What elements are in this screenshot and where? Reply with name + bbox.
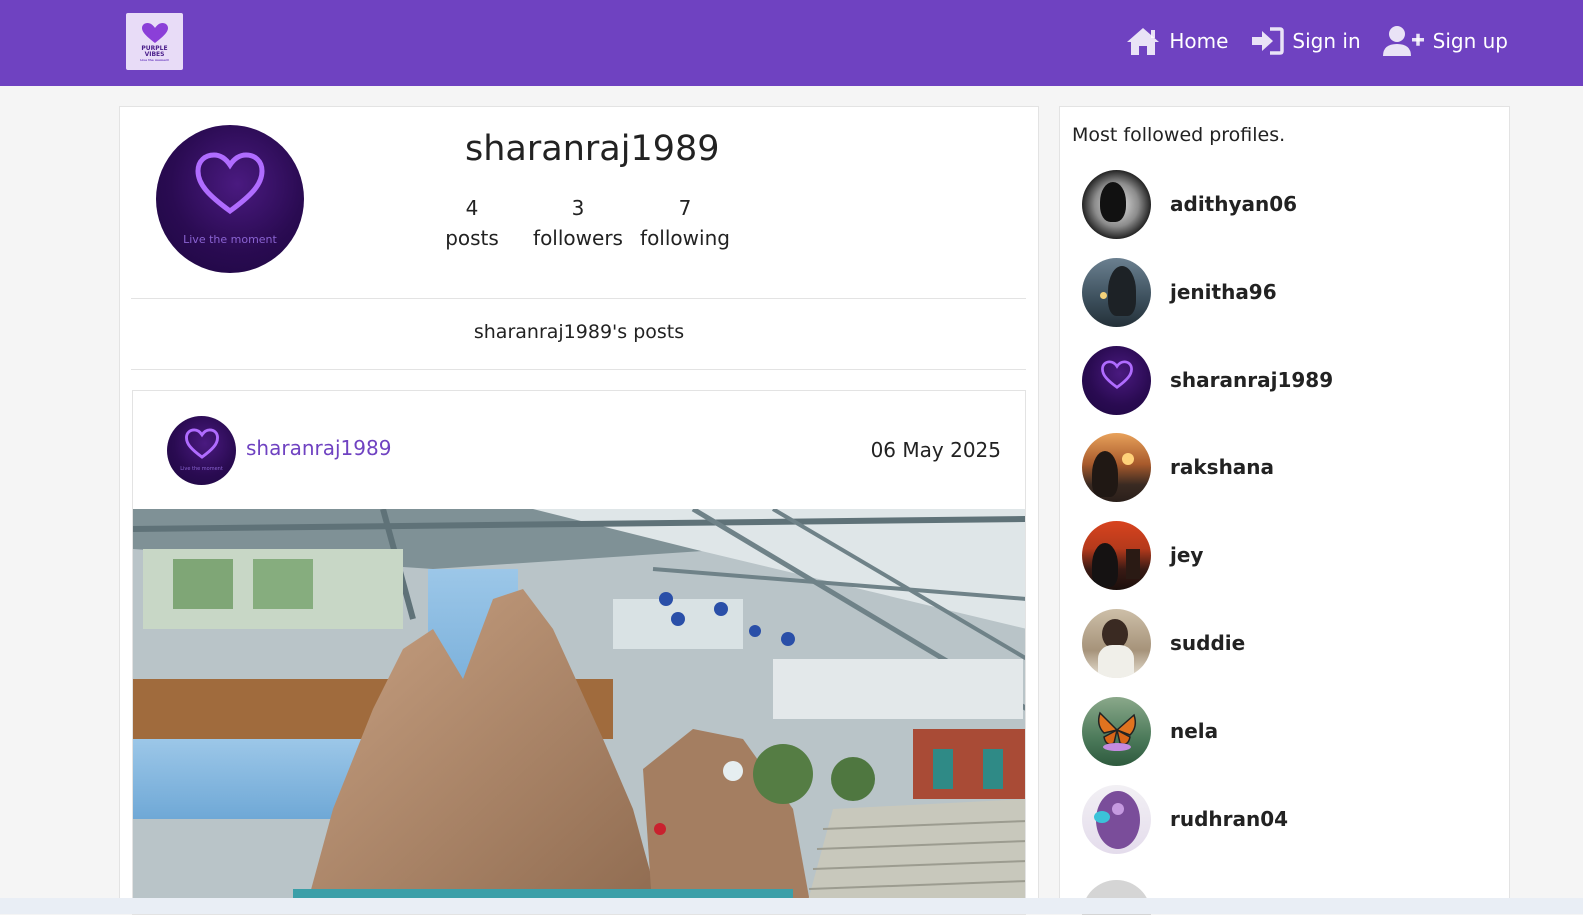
most-followed-title: Most followed profiles. bbox=[1072, 124, 1286, 146]
heart-icon bbox=[185, 428, 219, 459]
avatar bbox=[1082, 345, 1151, 415]
most-followed-panel: Most followed profiles. adithyan06 jenit… bbox=[1059, 106, 1510, 915]
profile-list-item[interactable]: sharanraj1989 bbox=[1082, 345, 1482, 415]
nav-signup-label: Sign up bbox=[1432, 29, 1508, 53]
site-logo[interactable]: PURPLE VIBES Live the moment bbox=[126, 13, 183, 70]
avatar bbox=[1082, 608, 1151, 678]
nav-home-link[interactable]: Home bbox=[1125, 26, 1228, 56]
heart-logo-icon bbox=[141, 22, 168, 43]
avatar bbox=[1082, 169, 1151, 239]
profile-list-item[interactable]: suddie bbox=[1082, 608, 1482, 678]
profile-card: Live the moment sharanraj1989 4 posts 3 … bbox=[119, 106, 1039, 915]
user-plus-icon bbox=[1382, 26, 1424, 56]
nav-signin-label: Sign in bbox=[1292, 29, 1361, 53]
divider bbox=[131, 298, 1026, 299]
nav-signin-link[interactable]: Sign in bbox=[1250, 26, 1361, 56]
sign-in-icon bbox=[1252, 27, 1285, 55]
avatar bbox=[1082, 520, 1151, 590]
logo-text: PURPLE VIBES Live the moment bbox=[140, 44, 169, 62]
avatar bbox=[1082, 696, 1151, 766]
avatar bbox=[1082, 432, 1151, 502]
divider bbox=[131, 369, 1026, 370]
profile-list-item[interactable]: jey bbox=[1082, 520, 1482, 590]
profile-list-item[interactable]: rakshana bbox=[1082, 432, 1482, 502]
butterfly-icon bbox=[1097, 711, 1137, 751]
post-author-avatar[interactable]: Live the moment bbox=[167, 416, 236, 485]
avatar bbox=[1082, 257, 1151, 327]
post-card: Live the moment sharanraj1989 06 May 202… bbox=[132, 390, 1026, 915]
profile-list-item[interactable]: adithyan06 bbox=[1082, 169, 1482, 239]
heart-icon bbox=[195, 152, 265, 215]
post-author-link[interactable]: sharanraj1989 bbox=[246, 436, 391, 460]
stat-posts: 4 posts bbox=[445, 196, 499, 250]
profile-username: sharanraj1989 bbox=[465, 129, 720, 169]
nav-links: Home Sign in Sign up bbox=[1103, 24, 1508, 58]
post-date: 06 May 2025 bbox=[870, 438, 1001, 462]
navbar: PURPLE VIBES Live the moment Home Sign i… bbox=[0, 0, 1583, 86]
nav-home-label: Home bbox=[1169, 29, 1229, 53]
nav-signup-link[interactable]: Sign up bbox=[1382, 25, 1508, 57]
profile-list-item[interactable]: nela bbox=[1082, 696, 1482, 766]
bottom-scroll-strip bbox=[0, 898, 1583, 914]
stat-followers[interactable]: 3 followers bbox=[528, 193, 628, 253]
avatar bbox=[1082, 784, 1151, 854]
post-image[interactable] bbox=[133, 509, 1026, 915]
heart-icon bbox=[1101, 359, 1133, 389]
home-icon bbox=[1127, 28, 1160, 55]
posts-heading: sharanraj1989's posts bbox=[473, 321, 685, 343]
stat-following[interactable]: 7 following bbox=[635, 193, 735, 253]
profile-list-item[interactable]: rudhran04 bbox=[1082, 784, 1482, 854]
profile-list-item[interactable]: jenitha96 bbox=[1082, 257, 1482, 327]
profile-avatar: Live the moment bbox=[156, 125, 304, 273]
